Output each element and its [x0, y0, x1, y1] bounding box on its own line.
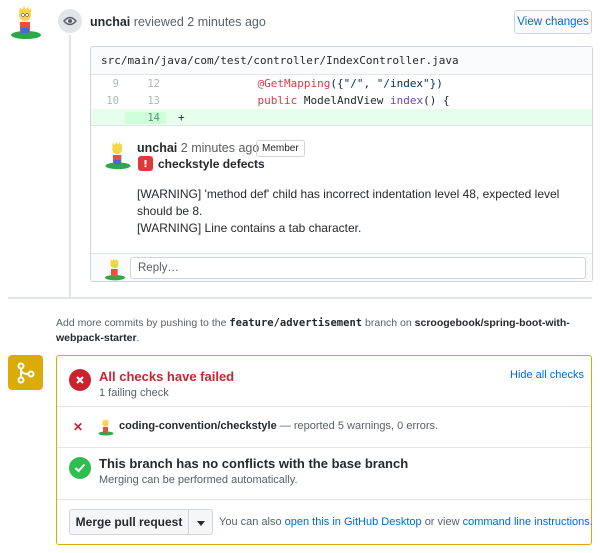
checkstyle-alert-icon [138, 156, 153, 171]
code-line: @GetMapping({"/", "/index"}) [257, 77, 443, 90]
member-badge: Member [256, 140, 305, 157]
review-author[interactable]: unchai [90, 15, 130, 29]
diff-line: 10 13 public ModelAndView index() { [91, 92, 592, 109]
comment-header: unchai 2 minutes ago [137, 141, 259, 155]
push-hint: Add more commits by pushing to the featu… [56, 317, 570, 344]
reviewer-avatar[interactable] [8, 4, 44, 40]
review-time[interactable]: 2 minutes ago [187, 15, 266, 29]
eye-icon [58, 9, 82, 33]
diff-line: 9 12 @GetMapping({"/", "/index"}) [91, 75, 592, 92]
conflicts-title: This branch has no conflicts with the ba… [99, 456, 409, 471]
reply-row: Reply… [91, 253, 592, 281]
new-line-number[interactable]: 12 [125, 78, 166, 90]
check-name[interactable]: coding-convention/checkstyle [119, 420, 277, 432]
reply-input[interactable]: Reply… [130, 257, 586, 279]
old-line-number[interactable]: 10 [91, 95, 125, 107]
checks-status-subtitle: 1 failing check [99, 387, 169, 399]
timeline-line [69, 35, 71, 297]
review-comment-card: src/main/java/com/test/controller/IndexC… [90, 46, 593, 282]
comment-body-line: [WARNING] Line contains a tab character. [137, 221, 362, 235]
checks-summary: All checks have failed 1 failing check H… [57, 356, 591, 407]
comment-author[interactable]: unchai [137, 141, 177, 155]
merge-options-dropdown[interactable] [188, 509, 213, 535]
failed-x-icon [69, 369, 91, 391]
review-action: reviewed [133, 15, 184, 29]
command-line-instructions-link[interactable]: command line instructions [463, 516, 590, 528]
review-header: unchai reviewed 2 minutes ago [90, 15, 266, 29]
success-check-icon [69, 457, 91, 479]
checks-status-title: All checks have failed [99, 369, 235, 384]
commenter-avatar[interactable] [103, 140, 133, 170]
new-line-number[interactable]: 14 [125, 111, 166, 124]
diff-file-path[interactable]: src/main/java/com/test/controller/IndexC… [91, 47, 592, 75]
check-item: ✕ coding-convention/checkstyle — reporte… [57, 407, 591, 447]
inline-comment: unchai 2 minutes ago Member checkstyle d… [91, 125, 592, 253]
view-changes-button[interactable]: View changes [514, 10, 592, 34]
branch-name: feature/advertisement [229, 317, 363, 329]
check-app-avatar [97, 418, 115, 436]
check-status: — reported 5 warnings, 0 errors. [279, 420, 439, 432]
conflicts-subtitle: Merging can be performed automatically. [99, 474, 298, 486]
code-line: + [178, 111, 185, 124]
code-line: public ModelAndView index() { [257, 94, 450, 107]
old-line-number[interactable]: 9 [91, 78, 125, 90]
comment-body-line: [WARNING] 'method def' child has incorre… [137, 187, 560, 218]
new-line-number[interactable]: 13 [125, 95, 166, 107]
merge-actions: Merge pull request You can also open thi… [57, 500, 593, 545]
comment-time[interactable]: 2 minutes ago [181, 141, 260, 155]
conflicts-section: This branch has no conflicts with the ba… [57, 447, 591, 500]
timeline-divider [8, 297, 592, 299]
merge-pull-request-button[interactable]: Merge pull request [69, 509, 189, 535]
hide-checks-link[interactable]: Hide all checks [510, 369, 584, 381]
merge-alternatives: You can also open this in GitHub Desktop… [219, 516, 593, 528]
current-user-avatar [103, 257, 127, 281]
comment-title: checkstyle defects [158, 157, 265, 171]
comment-body: [WARNING] 'method def' child has incorre… [137, 186, 577, 237]
chevron-down-icon [196, 515, 205, 529]
check-description: coding-convention/checkstyle — reported … [119, 420, 438, 432]
check-failed-x-icon: ✕ [73, 420, 84, 434]
merge-status-box: All checks have failed 1 failing check H… [56, 355, 593, 545]
diff-line-added: 14 + [91, 109, 592, 126]
git-merge-icon [8, 355, 43, 390]
open-in-desktop-link[interactable]: open this in GitHub Desktop [285, 516, 422, 528]
